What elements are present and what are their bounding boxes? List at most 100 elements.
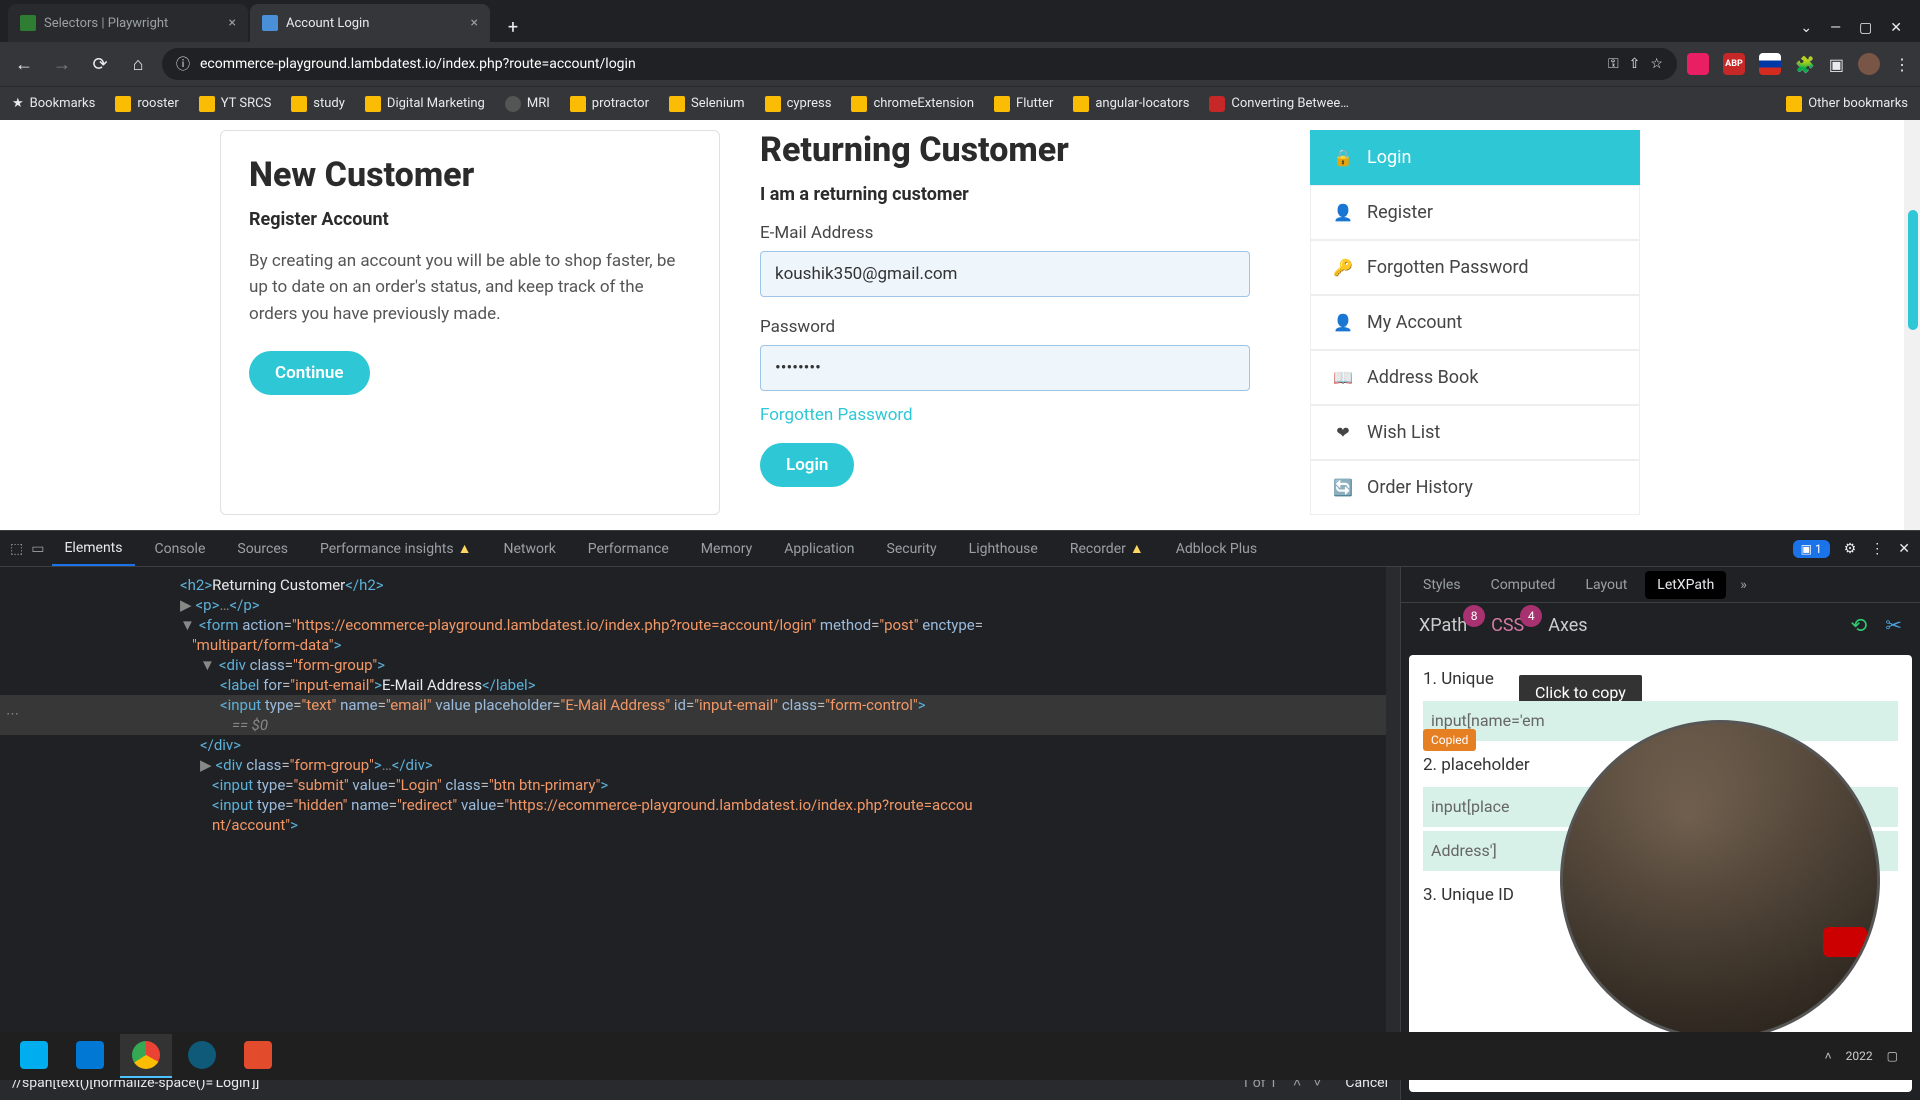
sidebar-item-account[interactable]: 👤My Account [1310, 295, 1640, 350]
email-input[interactable] [760, 251, 1250, 297]
letx-xpath[interactable]: XPath8 [1419, 615, 1467, 636]
chevron-down-icon[interactable]: ⌄ [1800, 20, 1812, 36]
tab-application[interactable]: Application [772, 533, 866, 565]
bookmark-item[interactable]: MRI [505, 96, 550, 112]
profile-avatar[interactable] [1858, 53, 1880, 75]
tab-styles[interactable]: Styles [1411, 571, 1473, 599]
address-bar[interactable]: ⓘ ecommerce-playground.lambdatest.io/ind… [162, 48, 1677, 80]
letx-css[interactable]: CSS4 [1491, 615, 1524, 636]
bookmark-item[interactable]: Other bookmarks [1786, 96, 1908, 112]
start-button[interactable] [8, 1034, 60, 1078]
tab-console[interactable]: Console [143, 533, 218, 565]
close-icon[interactable]: × [471, 15, 478, 31]
back-button[interactable]: ← [10, 50, 38, 78]
maximize-icon[interactable]: ▢ [1859, 20, 1872, 36]
taskbar-app[interactable] [232, 1034, 284, 1078]
bookmark-item[interactable]: YT SRCS [199, 96, 272, 112]
card-subtitle: I am a returning customer [760, 184, 1250, 205]
bookmark-item[interactable]: chromeExtension [851, 96, 974, 112]
letx-axes[interactable]: Axes [1548, 615, 1587, 636]
bookmark-item[interactable]: Converting Betwee… [1209, 96, 1349, 112]
notifications-icon[interactable]: ▢ [1887, 1049, 1898, 1063]
extension-icon[interactable] [1759, 53, 1781, 75]
dom-tree[interactable]: <h2>Returning Customer</h2> ▶<p>…</p> ▼<… [0, 567, 1400, 1034]
close-icon[interactable]: × [229, 15, 236, 31]
bookmark-item[interactable]: cypress [765, 96, 832, 112]
device-icon[interactable]: ▭ [31, 541, 44, 557]
folder-icon [291, 96, 307, 112]
folder-icon [994, 96, 1010, 112]
tab-security[interactable]: Security [875, 533, 949, 565]
forward-button[interactable]: → [48, 50, 76, 78]
tab-computed[interactable]: Computed [1479, 571, 1568, 599]
bookmark-item[interactable]: ★Bookmarks [12, 96, 95, 111]
more-icon[interactable]: » [1740, 577, 1747, 593]
star-icon[interactable]: ☆ [1650, 56, 1663, 72]
scrollbar-thumb[interactable] [1908, 210, 1918, 330]
sidebar-item-register[interactable]: 👤Register [1310, 185, 1640, 240]
bookmark-item[interactable]: angular-locators [1073, 96, 1189, 112]
sidebar-item-login[interactable]: 🔒Login [1310, 130, 1640, 185]
close-icon[interactable]: ✕ [1898, 541, 1910, 557]
code-scrollbar[interactable] [1386, 567, 1400, 1034]
extension-icon[interactable] [1687, 53, 1709, 75]
chevron-up-icon[interactable]: ˄ [1825, 1049, 1832, 1063]
sidebar-item-address[interactable]: 📖Address Book [1310, 350, 1640, 405]
gear-icon[interactable]: ⚙ [1844, 541, 1857, 557]
minimize-icon[interactable]: — [1830, 20, 1841, 36]
taskbar-app[interactable] [64, 1034, 116, 1078]
menu-icon[interactable]: ⋮ [1894, 55, 1910, 74]
site-info-icon[interactable]: ⓘ [176, 54, 190, 74]
bookmark-item[interactable]: rooster [115, 96, 178, 112]
folder-icon [365, 96, 381, 112]
close-icon[interactable]: ✕ [1890, 20, 1902, 36]
forgot-password-link[interactable]: Forgotten Password [760, 405, 1250, 425]
password-input[interactable] [760, 345, 1250, 391]
extensions-icon[interactable]: 🧩 [1795, 55, 1815, 74]
bookmark-item[interactable]: Flutter [994, 96, 1053, 112]
tab-sources[interactable]: Sources [225, 533, 300, 565]
taskbar-app[interactable] [176, 1034, 228, 1078]
sidebar-item-wishlist[interactable]: ❤Wish List [1310, 405, 1640, 460]
tab-lighthouse[interactable]: Lighthouse [957, 533, 1050, 565]
tab-performance[interactable]: Performance [576, 533, 681, 565]
tab-network[interactable]: Network [491, 533, 567, 565]
convert-icon [1209, 96, 1225, 112]
issues-badge[interactable]: ▣ 1 [1793, 540, 1830, 558]
menu-icon[interactable]: ⋮ [1870, 541, 1884, 557]
folder-icon [851, 96, 867, 112]
tab-memory[interactable]: Memory [689, 533, 764, 565]
sidebar-item-forgotten[interactable]: 🔑Forgotten Password [1310, 240, 1640, 295]
browser-tab[interactable]: Selectors | Playwright × [8, 4, 248, 42]
refresh-icon[interactable]: ⟲ [1850, 613, 1867, 637]
key-icon[interactable]: ⚿ [1608, 56, 1619, 72]
browser-tab[interactable]: Account Login × [250, 4, 490, 42]
tab-perfinsights[interactable]: Performance insights▲ [308, 532, 483, 565]
tab-recorder[interactable]: Recorder▲ [1058, 532, 1156, 565]
inspect-icon[interactable]: ⬚ [10, 541, 23, 557]
taskbar-app[interactable] [120, 1034, 172, 1078]
bookmark-item[interactable]: protractor [570, 96, 649, 112]
home-button[interactable]: ⌂ [124, 50, 152, 78]
sidebar-item-history[interactable]: 🔄Order History [1310, 460, 1640, 515]
login-button[interactable]: Login [760, 443, 854, 487]
folder-icon [765, 96, 781, 112]
continue-button[interactable]: Continue [249, 351, 370, 395]
scissors-icon[interactable]: ✂ [1885, 613, 1902, 637]
share-icon[interactable]: ⇧ [1629, 56, 1641, 72]
page-scrollbar[interactable] [1904, 120, 1920, 530]
bookmark-item[interactable]: Selenium [669, 96, 745, 112]
tab-layout[interactable]: Layout [1573, 571, 1639, 599]
tab-letxpath[interactable]: LetXPath [1645, 571, 1726, 599]
bookmark-item[interactable]: study [291, 96, 345, 112]
account-sidebar: 🔒Login 👤Register 🔑Forgotten Password 👤My… [1310, 130, 1640, 515]
new-tab-button[interactable]: + [498, 12, 528, 42]
tab-elements[interactable]: Elements [52, 532, 134, 566]
bookmark-item[interactable]: Digital Marketing [365, 96, 485, 112]
youtube-subscribe-icon[interactable] [1823, 927, 1867, 957]
adblock-icon[interactable]: ABP [1723, 53, 1745, 75]
sidepanel-icon[interactable]: ▣ [1829, 55, 1844, 74]
tab-adblock[interactable]: Adblock Plus [1164, 533, 1269, 565]
reload-button[interactable]: ⟳ [86, 50, 114, 78]
system-tray[interactable]: ˄ 2022 ▢ [1825, 1049, 1912, 1063]
